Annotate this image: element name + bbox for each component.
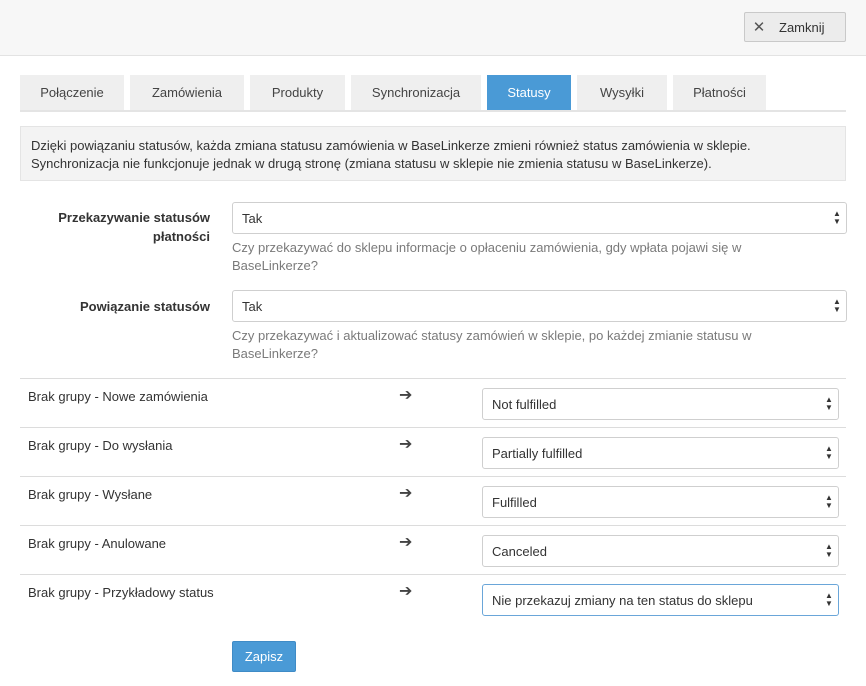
mapping-target-select[interactable]: Nie przekazuj zmiany na ten status do sk… — [482, 584, 839, 616]
info-box: Dzięki powiązaniu statusów, każda zmiana… — [20, 126, 846, 181]
mapping-target-select[interactable]: Canceled ▲ ▼ — [482, 535, 839, 567]
mapping-row: Brak grupy - Przykładowy status ➔ Nie pr… — [20, 574, 846, 624]
close-label: Zamknij — [779, 19, 825, 35]
mapping-target-value: Partially fulfilled — [492, 445, 583, 461]
mapping-target-value: Nie przekazuj zmiany na ten status do sk… — [492, 592, 753, 608]
mapping-target-select[interactable]: Not fulfilled ▲ ▼ — [482, 388, 839, 420]
tab-zamowienia[interactable]: Zamówienia — [130, 75, 244, 110]
mapping-row: Brak grupy - Nowe zamówienia ➔ Not fulfi… — [20, 378, 846, 428]
status-linking-label: Powiązanie statusów — [79, 299, 210, 314]
mapping-target-value: Fulfilled — [492, 494, 537, 510]
arrow-right-icon: ➔ — [399, 583, 413, 600]
select-arrows-icon: ▲ ▼ — [825, 591, 833, 608]
mapping-row: Brak grupy - Wysłane ➔ Fulfilled ▲ ▼ — [20, 476, 846, 526]
select-arrows-icon: ▲ ▼ — [825, 395, 833, 412]
mapping-source: Brak grupy - Nowe zamówienia — [28, 389, 208, 404]
close-button[interactable]: ✕ Zamknij — [744, 12, 846, 42]
select-arrows-icon: ▲ ▼ — [833, 297, 841, 314]
payment-status-label: Przekazywanie statusów płatności — [58, 208, 210, 246]
tab-synchronizacja[interactable]: Synchronizacja — [351, 75, 481, 110]
mapping-source: Brak grupy - Anulowane — [28, 536, 167, 551]
mapping-source: Brak grupy - Przykładowy status — [28, 585, 214, 600]
info-line-1: Dzięki powiązaniu statusów, każda zmiana… — [31, 138, 751, 153]
tab-wysylki[interactable]: Wysyłki — [577, 75, 667, 110]
top-bar: ✕ Zamknij — [0, 0, 866, 56]
payment-status-value: Tak — [242, 210, 263, 226]
payment-status-help-line-1: Czy przekazywać do sklepu informacje o o… — [232, 240, 742, 255]
status-linking-help-line-1: Czy przekazywać i aktualizować statusy z… — [232, 328, 752, 343]
mapping-target-value: Canceled — [492, 543, 547, 559]
payment-status-help: Czy przekazywać do sklepu informacje o o… — [232, 239, 741, 275]
payment-status-label-line-2: płatności — [152, 229, 210, 244]
tab-polaczenie[interactable]: Połączenie — [20, 75, 124, 110]
status-linking-help: Czy przekazywać i aktualizować statusy z… — [232, 327, 752, 363]
arrow-right-icon: ➔ — [399, 485, 413, 502]
mapping-row: Brak grupy - Anulowane ➔ Canceled ▲ ▼ — [20, 525, 846, 575]
status-linking-value: Tak — [242, 298, 263, 314]
info-line-2: Synchronizacja nie funkcjonuje jednak w … — [31, 156, 712, 171]
tab-bar: Połączenie Zamówienia Produkty Synchroni… — [20, 75, 846, 112]
mapping-source: Brak grupy - Do wysłania — [28, 438, 173, 453]
mapping-target-value: Not fulfilled — [492, 396, 557, 412]
select-arrows-icon: ▲ ▼ — [833, 209, 841, 226]
arrow-right-icon: ➔ — [399, 387, 413, 404]
select-arrows-icon: ▲ ▼ — [825, 444, 833, 461]
select-arrows-icon: ▲ ▼ — [825, 493, 833, 510]
mapping-target-select[interactable]: Partially fulfilled ▲ ▼ — [482, 437, 839, 469]
mapping-source: Brak grupy - Wysłane — [28, 487, 153, 502]
status-linking-select[interactable]: Tak ▲ ▼ — [232, 290, 847, 322]
tab-platnosci[interactable]: Płatności — [673, 75, 766, 110]
tab-produkty[interactable]: Produkty — [250, 75, 345, 110]
payment-status-select[interactable]: Tak ▲ ▼ — [232, 202, 847, 234]
tab-statusy[interactable]: Statusy — [487, 75, 571, 110]
payment-status-label-line-1: Przekazywanie statusów — [58, 210, 210, 225]
select-arrows-icon: ▲ ▼ — [825, 542, 833, 559]
arrow-right-icon: ➔ — [399, 436, 413, 453]
payment-status-help-line-2: BaseLinkerze? — [232, 258, 318, 273]
close-icon: ✕ — [752, 19, 766, 36]
arrow-right-icon: ➔ — [399, 534, 413, 551]
mapping-row: Brak grupy - Do wysłania ➔ Partially ful… — [20, 427, 846, 477]
save-button[interactable]: Zapisz — [232, 641, 296, 672]
mapping-target-select[interactable]: Fulfilled ▲ ▼ — [482, 486, 839, 518]
status-linking-help-line-2: BaseLinkerze? — [232, 346, 318, 361]
